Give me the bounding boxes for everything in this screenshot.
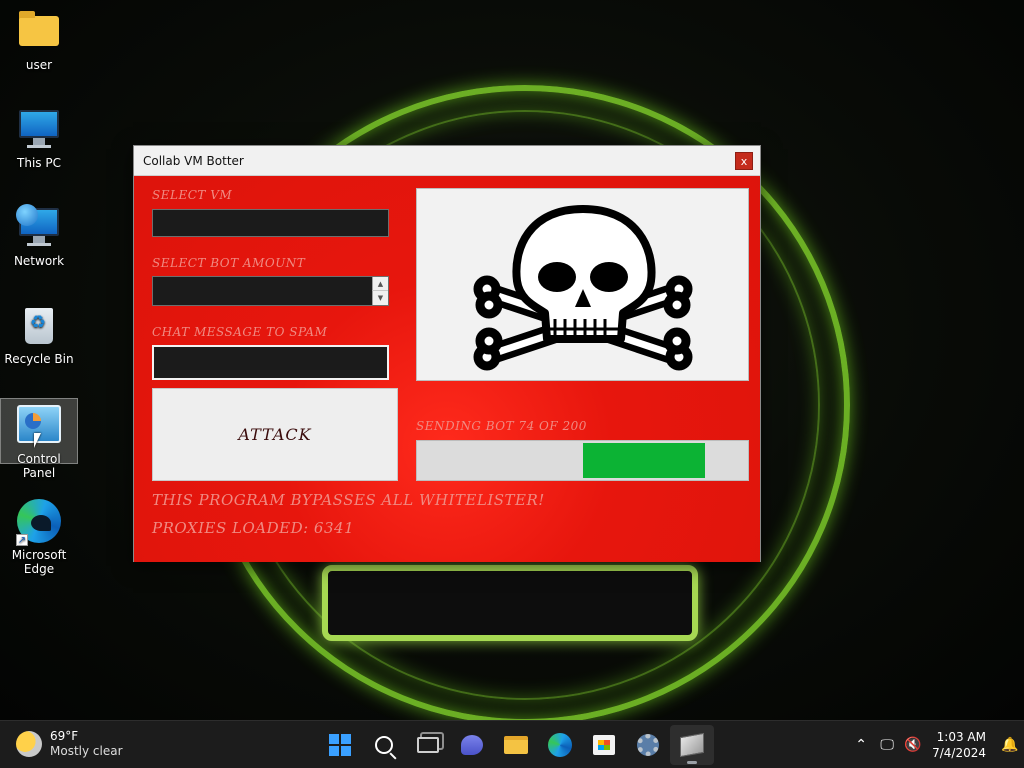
botter-app-button[interactable] [670,725,714,765]
chat-icon [461,735,483,755]
tray-chevron-up-icon[interactable]: ⌃ [848,737,874,753]
edge-icon [548,733,572,757]
taskbar: 69°F Mostly clear ⌃ 🖵 🔇 1:03 AM 7/4/2024… [0,720,1024,768]
window-client: SELECT VM SELECT BOT AMOUNT ▲ ▼ CHAT MES… [134,176,760,562]
skull-crossbones-icon [473,205,693,371]
store-button[interactable] [582,725,626,765]
recycle-bin-icon [16,302,62,348]
wallpaper-plate [322,565,698,641]
notification-bell-icon[interactable]: 🔔 [996,737,1024,753]
bot-progress-bar [416,440,749,481]
bot-amount-stepper[interactable]: ▲ ▼ [152,276,389,306]
window-titlebar[interactable]: Collab VM Botter x [134,146,760,176]
progress-status-text: SENDING BOT 74 OF 200 [416,419,587,433]
start-icon [329,734,351,756]
bot-amount-label: SELECT BOT AMOUNT [152,256,306,270]
bypass-notice: THIS PROGRAM BYPASSES ALL WHITELISTER! [152,491,545,509]
app-icon [680,732,704,758]
desktop-icon-label: This PC [17,156,61,170]
select-vm-input[interactable] [152,209,389,237]
desktop-icon-network[interactable]: Network [0,204,78,268]
edge-taskbar-button[interactable] [538,725,582,765]
desktop-icon-label: Control Panel [17,452,61,480]
weather-condition: Mostly clear [50,744,123,758]
folder-icon [16,8,62,54]
settings-icon [637,734,659,756]
task-view-icon [417,737,439,753]
shortcut-arrow-icon: ↗ [16,534,28,546]
computer-icon [16,106,62,152]
botter-window: Collab VM Botter x SELECT VM SELECT BOT … [133,145,761,562]
edge-icon: ↗ [16,498,62,546]
file-explorer-icon [504,736,528,754]
weather-widget[interactable]: 69°F Mostly clear [16,729,123,759]
clock-time: 1:03 AM [936,730,986,744]
search-icon [375,736,393,754]
clock-date: 7/4/2024 [932,746,986,760]
spin-up-button[interactable]: ▲ [372,277,388,291]
desktop-icon-edge[interactable]: ↗ Microsoft Edge [0,498,78,576]
spin-down-button[interactable]: ▼ [372,291,388,305]
chat-button[interactable] [450,725,494,765]
desktop-icon-label: Recycle Bin [4,352,74,366]
desktop-icon-this-pc[interactable]: This PC [0,106,78,170]
desktop-icon-control-panel[interactable]: Control Panel [0,398,78,480]
close-button[interactable]: x [735,151,753,170]
chat-message-input[interactable] [152,345,389,380]
volume-muted-icon[interactable]: 🔇 [900,737,926,753]
select-vm-label: SELECT VM [152,188,233,202]
desktop-icon-user[interactable]: user [0,8,78,72]
start-button[interactable] [318,725,362,765]
desktop-icon-label: Network [13,254,65,268]
settings-button[interactable] [626,725,670,765]
desktop-icon-recycle-bin[interactable]: Recycle Bin [0,302,78,366]
progress-fill [583,443,705,478]
system-tray: ⌃ 🖵 🔇 1:03 AM 7/4/2024 🔔 [848,721,1024,768]
task-view-button[interactable] [406,725,450,765]
window-title: Collab VM Botter [143,153,244,168]
clock[interactable]: 1:03 AM 7/4/2024 [926,729,996,761]
proxies-loaded-text: PROXIES LOADED: 6341 [152,519,355,537]
skull-image [416,188,749,381]
desktop-icon-label: Microsoft Edge [11,548,67,576]
chat-message-label: CHAT MESSAGE TO SPAM [152,325,328,339]
search-button[interactable] [362,725,406,765]
network-icon [16,204,62,250]
store-icon [593,735,615,755]
weather-moon-cloud-icon [16,731,42,757]
network-tray-icon[interactable]: 🖵 [874,737,900,753]
mouse-cursor-icon [34,433,41,448]
file-explorer-button[interactable] [494,725,538,765]
taskbar-pinned-apps [318,725,714,765]
attack-button[interactable]: ATTACK [152,388,398,481]
weather-temperature: 69°F [50,729,79,743]
desktop-icon-label: user [25,58,53,72]
